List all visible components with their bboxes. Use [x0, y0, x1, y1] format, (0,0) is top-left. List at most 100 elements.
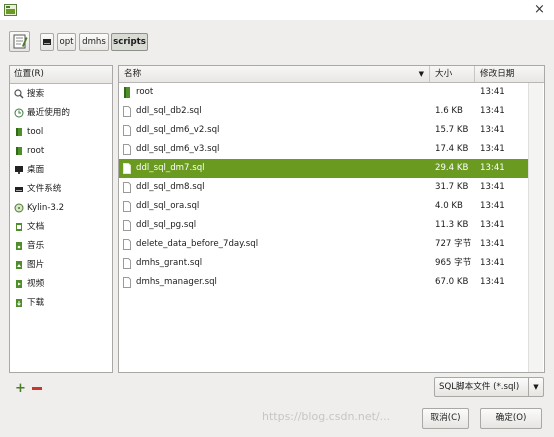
sidebar-item-filesystem[interactable]: 文件系统 [12, 180, 110, 198]
pictures-icon [16, 261, 22, 269]
recent-icon [14, 108, 24, 118]
sidebar-item-label: 下载 [27, 298, 45, 308]
places-header[interactable]: 位置(R) [10, 66, 112, 84]
edit-icon [13, 34, 28, 49]
file-icon [123, 201, 131, 212]
file-modified: 13:41 [480, 258, 505, 268]
file-row-selected[interactable]: ddl_sql_dm7.sql 29.4 KB 13:41 [119, 159, 530, 178]
file-modified: 13:41 [480, 87, 505, 97]
file-size: 29.4 KB [435, 163, 469, 173]
file-modified: 13:41 [480, 144, 505, 154]
sidebar-item-desktop[interactable]: 桌面 [12, 161, 110, 179]
sidebar-item-label: 最近使用的 [27, 108, 70, 118]
file-row[interactable]: ddl_sql_dm6_v2.sql 15.7 KB 13:41 [119, 121, 530, 140]
file-type-filter[interactable]: SQL脚本文件 (*.sql) ▼ [434, 377, 544, 397]
path-segment-opt[interactable]: opt [57, 33, 76, 51]
file-modified: 13:41 [480, 239, 505, 249]
sidebar-item-label: 文档 [27, 222, 45, 232]
file-icon [123, 277, 131, 288]
sidebar-item-recent[interactable]: 最近使用的 [12, 104, 110, 122]
desktop-icon [15, 166, 23, 174]
file-row[interactable]: root 13:41 [119, 83, 530, 102]
column-header-modified[interactable]: 修改日期 [474, 66, 544, 83]
file-name: delete_data_before_7day.sql [136, 239, 259, 249]
ok-button[interactable]: 确定(O) [480, 408, 542, 429]
column-header-name-label: 名称 [124, 69, 142, 79]
file-icon [123, 125, 131, 136]
path-segment-dmhs[interactable]: dmhs [79, 33, 109, 51]
file-modified: 13:41 [480, 201, 505, 211]
file-modified: 13:41 [480, 277, 505, 287]
add-bookmark-icon[interactable]: + [15, 381, 26, 396]
file-row[interactable]: delete_data_before_7day.sql 727 字节 13:41 [119, 235, 530, 254]
file-row[interactable]: dmhs_grant.sql 965 字节 13:41 [119, 254, 530, 273]
file-list: 名称 ▼ 大小 修改日期 root 13:41 ddl_sql_db2.sql … [118, 65, 545, 373]
sidebar-item-label: 音乐 [27, 241, 45, 251]
chevron-down-icon: ▼ [528, 378, 543, 396]
type-location-button[interactable] [9, 31, 30, 52]
file-icon [123, 239, 131, 250]
column-header-name[interactable]: 名称 ▼ [119, 66, 429, 83]
file-modified: 13:41 [480, 182, 505, 192]
drive-icon [43, 39, 51, 45]
sidebar-item-videos[interactable]: 视频 [12, 275, 110, 293]
file-name: ddl_sql_dm6_v3.sql [136, 144, 220, 154]
file-size: 11.3 KB [435, 220, 469, 230]
file-row[interactable]: ddl_sql_pg.sql 11.3 KB 13:41 [119, 216, 530, 235]
sidebar-item-kylin[interactable]: Kylin-3.2 [12, 199, 110, 217]
sidebar-item-pictures[interactable]: 图片 [12, 256, 110, 274]
file-name: ddl_sql_dm6_v2.sql [136, 125, 220, 135]
sidebar-item-search[interactable]: 搜索 [12, 85, 110, 103]
home-folder-icon [16, 147, 22, 155]
file-name: dmhs_manager.sql [136, 277, 217, 287]
sidebar-item-label: 视频 [27, 279, 45, 289]
file-modified: 13:41 [480, 163, 505, 173]
file-row[interactable]: ddl_sql_dm8.sql 31.7 KB 13:41 [119, 178, 530, 197]
column-header-size[interactable]: 大小 [429, 66, 474, 83]
videos-icon [16, 280, 22, 288]
file-icon [123, 220, 131, 231]
path-root-button[interactable] [40, 33, 54, 51]
file-list-scrollbar[interactable] [528, 83, 543, 372]
file-modified: 13:41 [480, 125, 505, 135]
sidebar-item-downloads[interactable]: 下载 [12, 294, 110, 312]
file-row[interactable]: ddl_sql_dm6_v3.sql 17.4 KB 13:41 [119, 140, 530, 159]
file-size: 4.0 KB [435, 201, 463, 211]
search-icon [14, 89, 24, 99]
file-size: 965 字节 [435, 258, 472, 268]
drive-icon [15, 187, 23, 192]
path-segment-scripts[interactable]: scripts [111, 33, 148, 51]
file-name: ddl_sql_ora.sql [136, 201, 200, 211]
file-size: 31.7 KB [435, 182, 469, 192]
sort-arrow-icon: ▼ [418, 70, 424, 78]
app-icon [4, 4, 17, 16]
title-bar: × [0, 0, 554, 20]
file-row[interactable]: ddl_sql_db2.sql 1.6 KB 13:41 [119, 102, 530, 121]
file-name: ddl_sql_db2.sql [136, 106, 202, 116]
file-icon [123, 106, 131, 117]
sidebar-item-documents[interactable]: 文档 [12, 218, 110, 236]
file-name: dmhs_grant.sql [136, 258, 203, 268]
places-sidebar: 位置(R) 搜索 最近使用的 tool root 桌面 文件系统 Kylin-3… [9, 65, 113, 373]
file-name: root [136, 87, 154, 97]
folder-icon [16, 128, 22, 136]
sidebar-item-label: 桌面 [27, 165, 45, 175]
music-icon [16, 242, 22, 250]
file-row[interactable]: dmhs_manager.sql 67.0 KB 13:41 [119, 273, 530, 292]
sidebar-item-tool[interactable]: tool [12, 123, 110, 141]
remove-bookmark-icon[interactable] [32, 387, 42, 390]
file-icon [123, 163, 131, 174]
cancel-button[interactable]: 取消(C) [422, 408, 469, 429]
file-size: 727 字节 [435, 239, 472, 249]
file-name: ddl_sql_dm7.sql [136, 163, 205, 173]
sidebar-item-root[interactable]: root [12, 142, 110, 160]
file-row[interactable]: ddl_sql_ora.sql 4.0 KB 13:41 [119, 197, 530, 216]
sidebar-item-label: Kylin-3.2 [27, 203, 65, 213]
sidebar-item-label: root [27, 146, 45, 156]
close-icon[interactable]: × [534, 3, 545, 16]
file-icon [123, 144, 131, 155]
file-modified: 13:41 [480, 106, 505, 116]
file-size: 67.0 KB [435, 277, 469, 287]
sidebar-item-music[interactable]: 音乐 [12, 237, 110, 255]
file-size: 1.6 KB [435, 106, 463, 116]
